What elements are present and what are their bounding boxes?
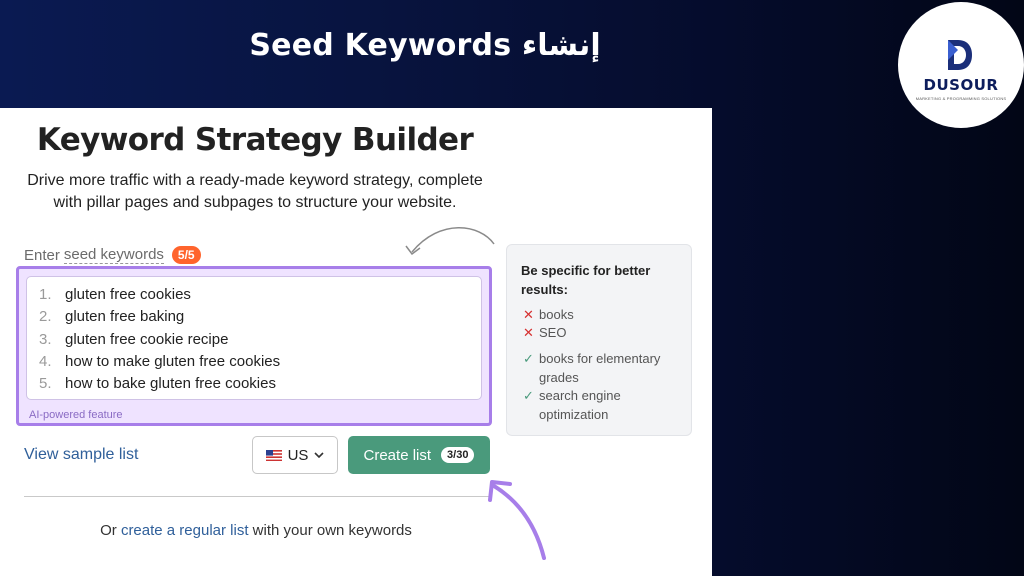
create-list-label: Create list [363,446,432,464]
create-regular-list-link[interactable]: create a regular list [121,522,249,539]
seed-keywords-input[interactable]: 1. gluten free cookies 2. gluten free baki… [26,276,482,400]
tip-bad-item: ✕ SEO [523,325,567,340]
page-title: Keyword Strategy Builder [36,122,474,158]
seed-keywords-help-link[interactable]: seed keywords [63,246,164,264]
country-label: US [287,446,309,464]
tips-heading: Be specific for better results: [521,263,651,297]
check-icon: ✓ [523,351,534,366]
keyword-item: 4. how to make gluten free cookies [39,353,281,370]
ai-powered-caption: AI-powered feature [29,409,123,421]
page-subtitle: Drive more traffic with a ready-made key… [27,172,483,211]
seed-keywords-label: Enter seed keywords 5/5 [24,246,201,264]
tip-good-item: ✓ search engine optimization [523,388,621,422]
logo-d-icon [948,40,972,70]
country-select[interactable]: US [252,436,338,474]
x-icon: ✕ [523,307,534,322]
pointer-arrow-icon [488,480,546,560]
tips-card: Be specific for better results: ✕ books ✕… [506,244,692,436]
divider [24,496,490,497]
slide-title: Seed Keywords إنشاء [249,28,601,63]
check-icon: ✓ [523,388,534,403]
create-list-button[interactable]: Create list 3/30 [348,436,490,474]
us-flag-icon [265,449,282,461]
keyword-builder-panel: Keyword Strategy Builder Drive more traf… [0,108,712,576]
keyword-item: 1. gluten free cookies [39,286,191,303]
keyword-item: 2. gluten free baking [39,308,185,325]
ai-powered-keyword-box: 1. gluten free cookies 2. gluten free baki… [16,266,492,426]
x-icon: ✕ [523,325,534,340]
seed-count-badge: 5/5 [171,246,201,264]
chevron-down-icon [314,452,324,458]
logo: DUSOUR Marketing & Programming Solutions [898,2,1024,128]
seed-label-prefix: Enter [24,246,60,264]
create-list-count-badge: 3/30 [441,447,475,463]
create-regular-list-line: Or create a regular list with your own k… [100,522,412,539]
keyword-item: 3. gluten free cookie recipe [39,331,229,348]
curved-arrow-icon [405,227,495,256]
logo-name: DUSOUR [923,76,999,94]
tip-good-item: ✓ books for elementary grades [523,351,661,385]
tip-bad-item: ✕ books [523,307,574,322]
keyword-item: 5. how to bake gluten free cookies [39,375,276,392]
logo-tagline: Marketing & Programming Solutions [915,96,1007,101]
view-sample-list-link[interactable]: View sample list [24,446,138,464]
